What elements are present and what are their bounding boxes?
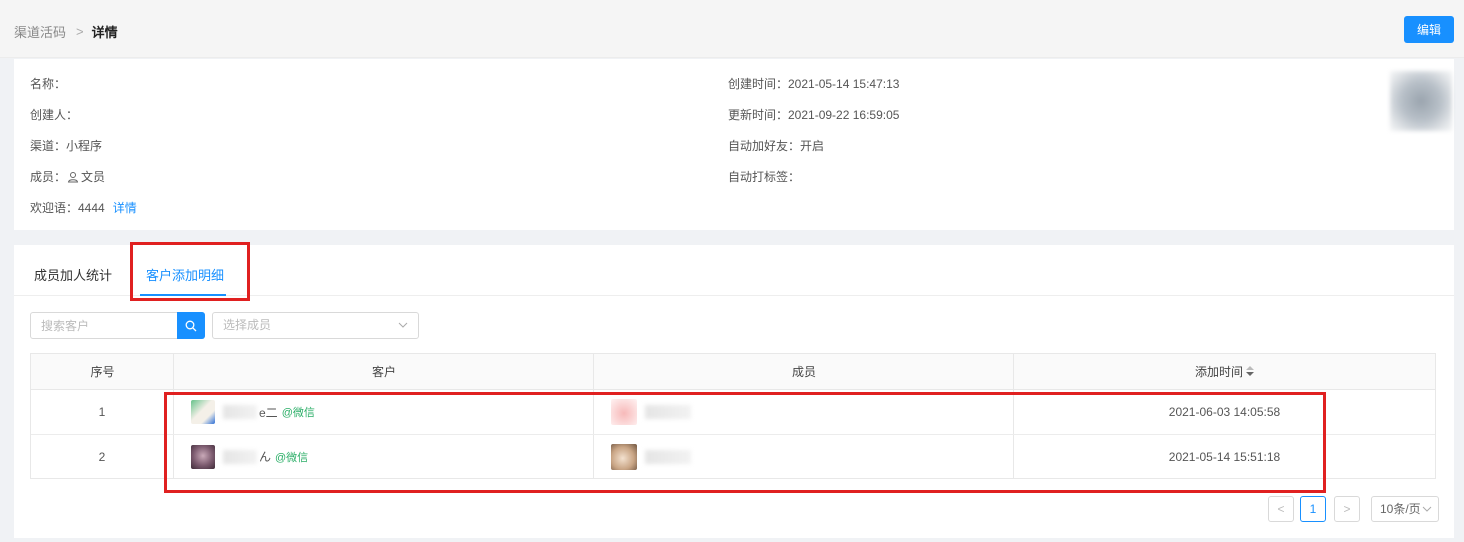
next-page-button[interactable]: > (1334, 496, 1360, 522)
search-button[interactable] (177, 312, 205, 339)
col-header-added-time[interactable]: 添加时间 (1014, 354, 1435, 390)
info-member-name: 文员 (81, 170, 106, 184)
page-1-button[interactable]: 1 (1300, 496, 1326, 522)
detail-info-card: 名称： 创建人： 渠道：小程序 成员： 文员 欢迎语：4444 详情 创建时间：2… (14, 59, 1454, 230)
breadcrumb-separator-icon: > (76, 24, 84, 39)
search-input[interactable] (31, 313, 177, 338)
info-updated-at: 更新时间：2021-09-22 16:59:05 (728, 108, 900, 122)
info-name: 名称： (30, 77, 67, 91)
highlight-box-tab (130, 242, 250, 301)
col-header-member: 成员 (594, 354, 1014, 390)
info-welcome-text: 欢迎语：4444 (30, 201, 105, 215)
highlight-box-rows (164, 392, 1326, 493)
chevron-down-icon (398, 313, 408, 347)
page-size-label: 10条/页 (1380, 502, 1421, 516)
welcome-detail-link[interactable]: 详情 (113, 201, 137, 215)
prev-page-button[interactable]: < (1268, 496, 1294, 522)
info-auto-tag: 自动打标签： (728, 170, 801, 184)
breadcrumb-parent-link[interactable]: 渠道活码 (14, 22, 66, 41)
qr-code-thumbnail[interactable] (1390, 71, 1452, 131)
info-creator: 创建人： (30, 108, 79, 122)
info-member-label: 成员： (30, 170, 67, 184)
search-icon (185, 320, 197, 331)
col-header-added-time-label: 添加时间 (1194, 365, 1243, 379)
info-created-at: 创建时间：2021-05-14 15:47:13 (728, 77, 900, 91)
page-size-select[interactable]: 10条/页 (1371, 496, 1439, 522)
breadcrumb-current: 详情 (91, 25, 118, 40)
info-channel: 渠道：小程序 (30, 139, 103, 153)
tab-bar: 成员加人统计 客户添加明细 (14, 242, 1454, 301)
sort-caret-icon[interactable] (1246, 365, 1254, 378)
row-1-index: 1 (98, 405, 106, 419)
member-select-placeholder: 选择成员 (223, 318, 272, 332)
top-bar: 渠道活码 > 详情 编辑 (0, 0, 1464, 58)
tab-member-stats[interactable]: 成员加人统计 (34, 265, 112, 284)
info-member: 成员： 文员 (30, 168, 105, 185)
col-header-customer: 客户 (174, 354, 594, 390)
info-welcome: 欢迎语：4444 详情 (30, 199, 137, 216)
row-2-index: 2 (98, 449, 106, 464)
customer-search (30, 312, 205, 339)
breadcrumb: 渠道活码 > 详情 (14, 22, 118, 41)
user-icon (67, 171, 79, 182)
edit-button[interactable]: 编辑 (1404, 16, 1454, 43)
info-auto-friend: 自动加好友：开启 (728, 139, 825, 153)
member-select[interactable]: 选择成员 (212, 312, 419, 339)
chevron-down-icon (1422, 497, 1432, 529)
col-header-index: 序号 (31, 354, 174, 390)
